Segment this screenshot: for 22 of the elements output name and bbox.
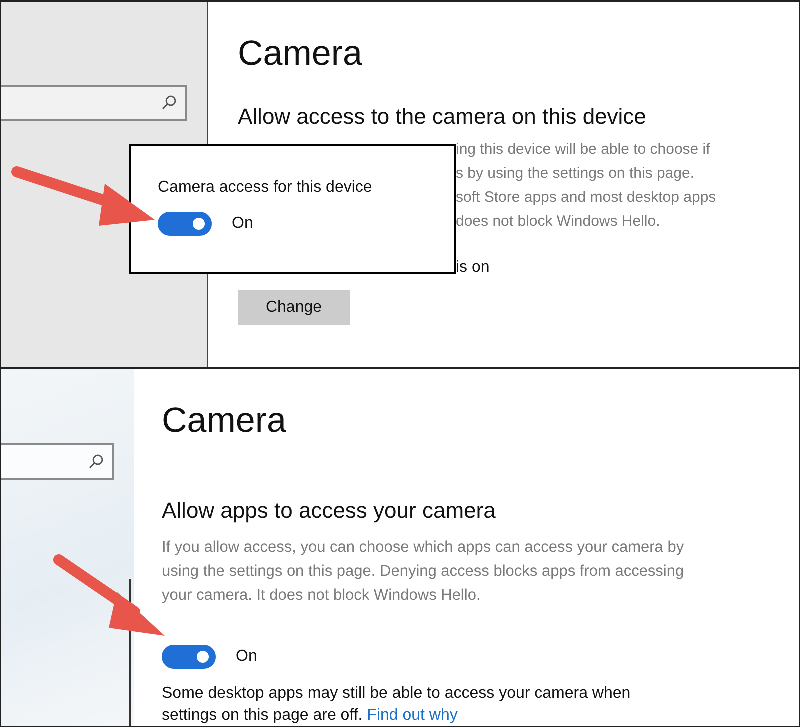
description-text: If you allow access, you can choose which apps can access your camera by using the settings on this page. Denying access blocks apps from accessing your camera. It does not block Windows Hello.: [162, 538, 686, 606]
section-heading: Allow apps to access your camera: [162, 497, 497, 525]
toggle-label: Camera access for this device: [158, 178, 374, 198]
page-title: Camera: [162, 400, 288, 442]
status-text: is on: [456, 258, 491, 278]
search-field[interactable]: [1, 443, 114, 480]
toggle-state: On: [236, 648, 258, 666]
toggle-state: On: [232, 215, 254, 233]
page-title: Camera: [238, 33, 364, 75]
find-out-why-link[interactable]: Find out why: [367, 707, 458, 724]
search-icon: [161, 95, 177, 111]
description-text: ing this device will be able to choose if: [456, 140, 712, 160]
description-text: does not block Windows Hello.: [456, 212, 662, 232]
search-field[interactable]: [1, 85, 187, 121]
description-text: s by using the settings on this page.: [456, 164, 696, 184]
note-text: Some desktop apps may still be able to access your camera when settings on this page are off. Find out why: [162, 684, 632, 726]
toggle-switch[interactable]: [162, 645, 216, 669]
section-heading: Allow access to the camera on this device: [238, 103, 648, 131]
change-button[interactable]: Change: [238, 290, 350, 325]
description-text: soft Store apps and most desktop apps: [456, 188, 718, 208]
toggle-switch[interactable]: [158, 212, 212, 236]
search-icon: [88, 454, 104, 470]
